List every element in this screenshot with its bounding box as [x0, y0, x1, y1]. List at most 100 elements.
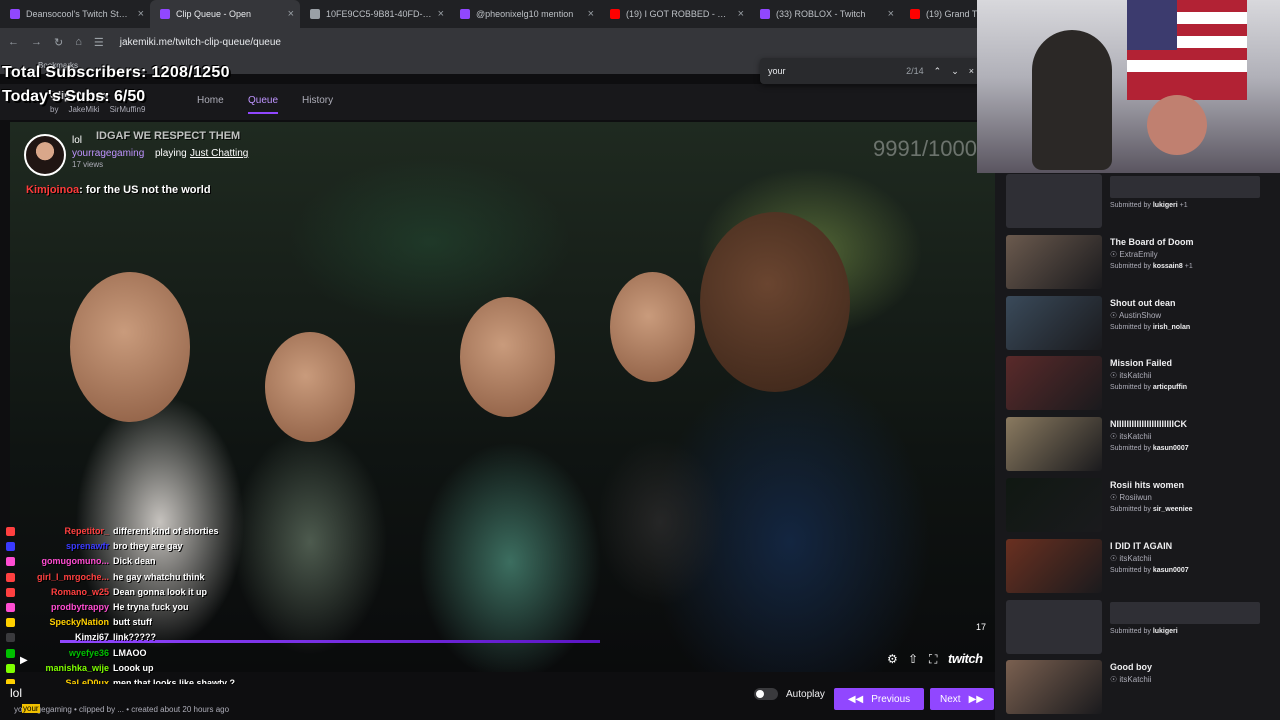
reload-icon[interactable]: ↻: [54, 36, 63, 49]
tab-close-icon[interactable]: ×: [438, 8, 444, 20]
chat-message: : for the US not the world: [79, 184, 211, 196]
queue-item[interactable]: The Board of Doom ☉ ExtraEmily Submitted b…: [1006, 234, 1266, 291]
queue-thumbnail[interactable]: [1006, 356, 1102, 411]
next-label: Next: [940, 693, 961, 705]
share-icon[interactable]: ⇧: [908, 652, 918, 666]
browser-tab[interactable]: 10FE9CC5-9B81-40FD-A523 ×: [300, 0, 450, 28]
queue-item[interactable]: Submitted by lukigeri +1: [1006, 174, 1266, 230]
chat-username: wyefye36: [68, 647, 109, 658]
submitter-name: lukigeri: [1152, 627, 1178, 635]
queue-thumbnail[interactable]: [1006, 478, 1102, 532]
queue-thumbnail[interactable]: [1006, 174, 1102, 228]
browser-tab[interactable]: (33) ROBLOX - Twitch ×: [750, 0, 900, 28]
clip-channel-link[interactable]: yourragegaming: [72, 148, 144, 159]
chat-badge-icon: [6, 527, 15, 536]
back-icon[interactable]: ←: [8, 36, 19, 48]
chat-line: sprenawfr bro they are gay: [6, 541, 183, 552]
flag-canton: [1127, 0, 1177, 50]
submitted-label: Submitted by: [1110, 627, 1151, 635]
nav-home[interactable]: Home: [197, 95, 224, 106]
queue-item[interactable]: I DID IT AGAIN ☉ itsKatchii Submitted by k…: [1006, 538, 1266, 595]
tab-favicon-icon: [10, 9, 20, 19]
chat-message: IDGAF WE RESPECT THEM: [96, 130, 241, 142]
submitter-name: irish_nolan: [1152, 323, 1191, 331]
fullscreen-icon[interactable]: ⛶: [929, 652, 937, 667]
previous-button[interactable]: ◀◀ Previous: [834, 688, 924, 710]
tab-title: (19) I GOT ROBBED - The Lon: [626, 9, 732, 19]
chat-message: link?????: [113, 632, 156, 643]
chat-message: bro they are gay: [113, 541, 183, 552]
chat-badge-icon: [6, 663, 15, 673]
autoplay-toggle[interactable]: [754, 688, 778, 700]
chat-username: sprenawfr: [65, 541, 109, 552]
queue-channel-name: itsKatchii: [1119, 553, 1152, 563]
clip-game-link[interactable]: Just Chatting: [190, 148, 248, 159]
url-field[interactable]: jakemiki.me/twitch-clip-queue/queue: [120, 37, 281, 48]
tab-title: (33) ROBLOX - Twitch: [776, 9, 866, 19]
tab-close-icon[interactable]: ×: [288, 8, 294, 20]
queue-item[interactable]: Submitted by lukigeri: [1006, 599, 1266, 656]
site-info-icon[interactable]: ☰: [94, 36, 104, 49]
chat-badge-icon: [6, 603, 15, 612]
queue-thumbnail[interactable]: [1006, 295, 1102, 350]
find-next-icon[interactable]: ⌄: [951, 66, 959, 77]
chat-username: girl_l_mrgoche...: [36, 571, 109, 582]
chat-line-top-2: Kimjoinoa: for the US not the world: [26, 184, 211, 196]
chat-badge-icon: [6, 633, 15, 643]
forward-icon[interactable]: →: [31, 36, 42, 48]
chat-line: Repetitor_ different kind of shorties: [6, 526, 219, 536]
queue-submitter: Submitted by lukigeri +1: [1110, 202, 1188, 209]
submitted-label: Submitted by: [1110, 262, 1151, 270]
queue-item[interactable]: Good boy ☉ itsKatchii: [1006, 660, 1266, 716]
queue-channel: ☉ ExtraEmily: [1110, 250, 1158, 259]
app-navbar: [0, 84, 995, 120]
by-label: by: [50, 105, 59, 114]
verified-icon: ☉: [1110, 432, 1120, 442]
nav-history[interactable]: History: [302, 95, 333, 106]
author-link-2[interactable]: SirMuffin9: [110, 105, 146, 114]
browser-tab[interactable]: Clip Queue - Open ×: [150, 0, 300, 28]
submitted-label: Submitted by: [1110, 384, 1151, 392]
clip-views: 17 views: [72, 160, 104, 169]
tab-close-icon[interactable]: ×: [138, 8, 144, 20]
queue-thumbnail[interactable]: [1006, 234, 1102, 289]
find-prev-icon[interactable]: ⌃: [934, 66, 942, 77]
home-icon[interactable]: ⌂: [75, 36, 82, 48]
queue-thumbnail[interactable]: [1006, 599, 1102, 654]
queue-thumbnail[interactable]: [1006, 417, 1102, 472]
chat-line: Kimzi67 link?????: [6, 632, 156, 643]
next-icon: ▶▶: [968, 693, 984, 705]
chat-badge-icon: [6, 542, 15, 552]
browser-tab[interactable]: @pheonixelg10 mention ×: [450, 0, 600, 28]
queue-item[interactable]: NIIIIIIIIIIIIIIIIIIIIIIICK ☉ itsKatchii Su…: [1006, 417, 1266, 473]
webcam-overlay: [977, 0, 1280, 173]
queue-thumbnail[interactable]: [1006, 538, 1102, 593]
tab-favicon-icon: [310, 9, 320, 19]
browser-tab[interactable]: Deansocool's Twitch Statistic ×: [0, 0, 150, 28]
verified-icon: ☉: [1110, 249, 1120, 259]
settings-icon[interactable]: ⚙: [887, 652, 898, 666]
author-link-1[interactable]: JakeMiki: [68, 105, 99, 114]
queue-channel-name: ExtraEmily: [1119, 249, 1158, 259]
tab-close-icon[interactable]: ×: [588, 8, 594, 20]
browser-tab[interactable]: (19) I GOT ROBBED - The Lon ×: [600, 0, 750, 28]
queue-title: NIIIIIIIIIIIIIIIIIIIIIIICK: [1110, 419, 1188, 430]
queue-thumbnail[interactable]: [1006, 660, 1102, 715]
find-close-icon[interactable]: ×: [969, 66, 974, 76]
find-input[interactable]: your: [768, 66, 786, 76]
queue-channel: ☉ itsKatchii: [1110, 371, 1151, 380]
queue-item[interactable]: Shout out dean ☉ AustinShow Submitted by i…: [1006, 295, 1266, 352]
tab-close-icon[interactable]: ×: [888, 8, 894, 20]
queue-channel: ☉ Rosiiwun: [1110, 493, 1152, 502]
channel-avatar[interactable]: [24, 134, 66, 176]
queue-item[interactable]: Rosii hits women ☉ Rosiiwun Submitted by s…: [1006, 478, 1266, 534]
chat-badge-icon: [6, 648, 15, 658]
nav-queue[interactable]: Queue: [248, 95, 279, 114]
chat-line: manishka_wije Loook up: [6, 663, 154, 673]
queue-item[interactable]: Mission Failed ☉ itsKatchii Submitted by a…: [1006, 356, 1266, 412]
tab-close-icon[interactable]: ×: [738, 8, 744, 20]
submitted-label: Submitted by: [1110, 445, 1151, 453]
chat-message: butt stuff: [113, 617, 152, 628]
queue-channel: ☉ AustinShow: [1110, 311, 1161, 320]
next-button[interactable]: Next ▶▶: [930, 688, 994, 710]
